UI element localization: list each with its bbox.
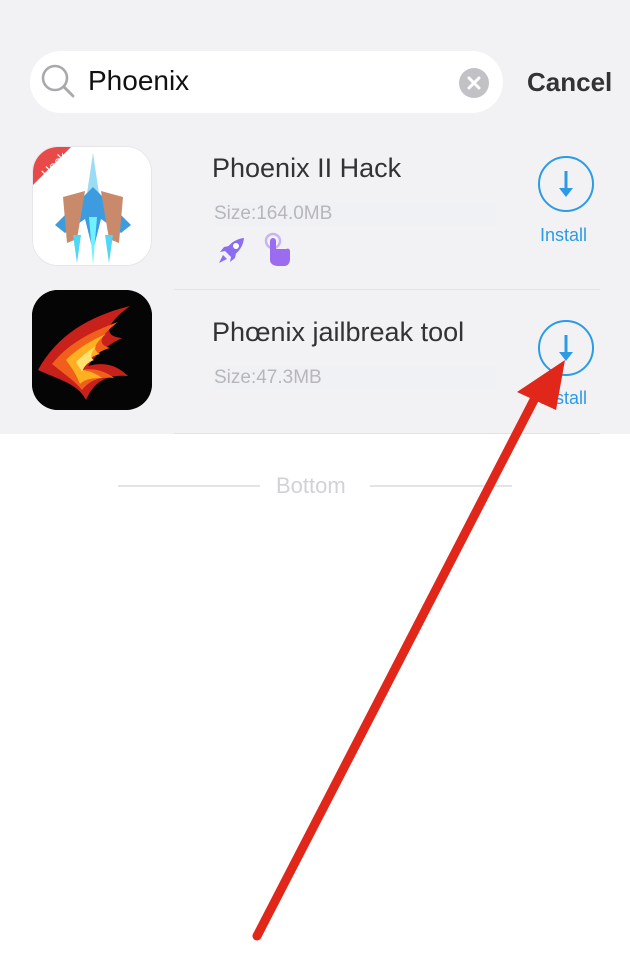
app-icon-phoenix-jailbreak[interactable] [32,290,152,410]
install-label[interactable]: Install [540,224,587,246]
app-size: Size:164.0MB [214,203,333,224]
bottom-divider [118,485,260,487]
app-icon-phoenix-ii[interactable]: Hack [32,146,152,266]
install-label[interactable]: Install [540,387,587,409]
install-button[interactable] [538,156,594,212]
app-name: Phoenix II Hack [212,153,402,183]
app-size: Size:47.3MB [214,367,322,388]
bottom-divider [370,485,512,487]
app-name: Phœnix jailbreak tool [212,317,465,347]
list-item[interactable]: Hack Phoenix II Hack Size:164.0MB Instal… [0,142,630,290]
search-icon [41,64,75,98]
row-divider [174,433,600,434]
clear-search-icon[interactable] [459,68,489,98]
cancel-button[interactable]: Cancel [527,66,612,98]
bottom-label: Bottom [276,473,346,498]
touch-icon [264,232,290,266]
list-item[interactable]: Phœnix jailbreak tool Size:47.3MB Instal… [0,290,630,434]
rocket-icon [219,238,244,263]
search-input[interactable]: Phoenix [88,64,189,98]
install-button[interactable] [538,320,594,376]
